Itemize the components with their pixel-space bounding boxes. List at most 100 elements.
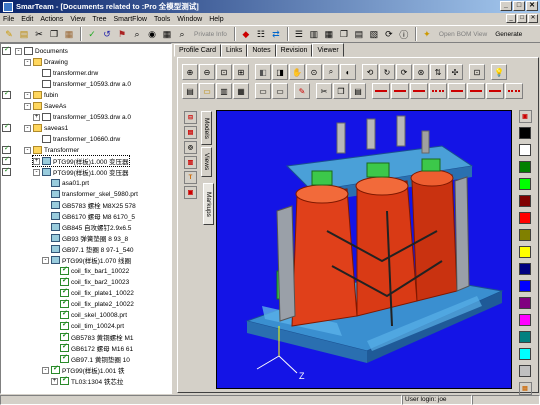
color-swatch[interactable] — [519, 297, 531, 309]
shade-icon[interactable]: ◐ — [340, 64, 356, 80]
tree-node[interactable]: coil_fix_plate2_10022 — [51, 298, 134, 309]
color-swatch[interactable] — [519, 195, 531, 207]
collapse-icon[interactable]: - — [33, 168, 40, 176]
layout-h-icon[interactable]: ☰ — [292, 27, 306, 41]
save-markup-icon[interactable]: ▦ — [233, 83, 249, 99]
zoom-out-icon[interactable]: ⊖ — [199, 64, 215, 80]
collapse-icon[interactable]: - — [15, 47, 22, 55]
line-style-1-button[interactable] — [372, 83, 390, 99]
line-style-4-button[interactable] — [429, 83, 447, 99]
model-viewport[interactable]: Z — [216, 110, 512, 389]
copy-icon[interactable]: ❐ — [47, 27, 61, 41]
pen-icon[interactable]: ✎ — [294, 83, 310, 99]
tree-node[interactable]: transformer_10593.drw a.0 — [33, 79, 131, 89]
line-style-7-button[interactable] — [486, 83, 504, 99]
tree-node[interactable]: - saveas1 — [24, 123, 68, 133]
tree-node[interactable]: GB97.1 垫圈 8 97-1_540 — [42, 244, 134, 254]
color-swatch[interactable] — [519, 348, 531, 360]
tree-node[interactable]: GB6172 螺母 M16 61 — [51, 342, 133, 353]
side-tool-6-icon[interactable]: ▣ — [184, 186, 197, 199]
color-swatch[interactable] — [519, 161, 531, 173]
tab-markups[interactable]: Markups — [203, 183, 214, 225]
line-style-5-button[interactable] — [448, 83, 466, 99]
wizard-icon[interactable]: ✦ — [420, 27, 434, 41]
tree-node[interactable]: transformer.drw — [33, 68, 98, 78]
expand-icon[interactable]: + — [33, 157, 40, 165]
tree-node[interactable]: GB5783 螺栓 M8X25 578 — [42, 200, 136, 210]
collapse-icon[interactable]: - — [24, 91, 31, 99]
tree-node[interactable]: GB5783 黄铜螺栓 M1 — [51, 331, 134, 342]
tree-node[interactable]: GB97.1 黄铜垫圈 10 — [51, 353, 130, 364]
maximize-button[interactable]: □ — [513, 1, 525, 11]
tree-node[interactable]: coil_fix_bar1_10022 — [51, 265, 129, 276]
line-style-8-button[interactable] — [505, 83, 523, 99]
collapse-icon[interactable]: - — [24, 58, 31, 66]
line-style-2-button[interactable] — [391, 83, 409, 99]
side-tool-5-icon[interactable]: T — [184, 171, 197, 184]
line-style-6-button[interactable] — [467, 83, 485, 99]
fit-page-icon[interactable]: ⊡ — [469, 64, 485, 80]
tree-node[interactable]: + TL03:1304 铁芯拉 — [51, 375, 123, 386]
iso-view-icon[interactable]: ◧ — [255, 64, 271, 80]
side-tool-1-icon[interactable]: ⊟ — [184, 111, 197, 124]
menu-smartflow[interactable]: SmartFlow — [114, 16, 147, 23]
color-swatch[interactable] — [519, 331, 531, 343]
spin-icon[interactable]: ✣ — [447, 64, 463, 80]
collapse-icon[interactable]: - — [24, 124, 31, 132]
tile-icon[interactable]: ▤ — [352, 27, 366, 41]
palette-tool-icon[interactable]: ▣ — [518, 110, 532, 123]
tab-notes[interactable]: Notes — [247, 44, 276, 57]
tree-node[interactable]: + transformer_10593.drw a.0 — [33, 112, 131, 122]
tree-node[interactable]: - PTG99(样板)1.000 变压器 — [33, 167, 129, 177]
menu-help[interactable]: Help — [209, 16, 223, 23]
rotate-z-icon[interactable]: ⟳ — [396, 64, 412, 80]
expand-icon[interactable]: + — [33, 113, 40, 121]
light-icon[interactable]: 💡 — [491, 64, 507, 80]
tab-viewer[interactable]: Viewer — [312, 43, 344, 57]
copy-markup-icon[interactable]: ❐ — [333, 83, 349, 99]
zoom-dynamic-icon[interactable]: ⌕ — [323, 64, 339, 80]
tree-node[interactable]: - PTG99(样板)1.070 线圈 — [42, 255, 131, 265]
checkout-icon[interactable]: ✓ — [85, 27, 99, 41]
tree-node[interactable]: asa01.prt — [42, 178, 89, 188]
generate-button[interactable]: Generate — [495, 31, 522, 38]
view-icon[interactable]: ◉ — [145, 27, 159, 41]
tree-node[interactable]: - PTG99(样板)1.001 铁 — [42, 364, 125, 375]
mdi-close-button[interactable]: ✕ — [528, 14, 538, 23]
tab-models[interactable]: Models — [201, 111, 212, 145]
menu-tree[interactable]: Tree — [92, 16, 106, 23]
side-tool-4-icon[interactable]: ▥ — [184, 156, 197, 169]
refresh-icon[interactable]: ⟳ — [382, 27, 396, 41]
orbit-icon[interactable]: ⊛ — [413, 64, 429, 80]
front-view-icon[interactable]: ◨ — [272, 64, 288, 80]
tree-node[interactable]: coil_skel_10008.prt — [51, 309, 127, 320]
paste-markup-icon[interactable]: ▤ — [350, 83, 366, 99]
menu-tools[interactable]: Tools — [154, 16, 170, 23]
color-swatch[interactable] — [519, 144, 531, 156]
tree-node[interactable]: coil_fix_bar2_10023 — [51, 276, 129, 287]
print-icon[interactable]: ▤ — [182, 83, 198, 99]
layout-v-icon[interactable]: ▥ — [307, 27, 321, 41]
color-swatch[interactable] — [519, 314, 531, 326]
tree-node[interactable]: coil_tim_10024.prt — [51, 320, 124, 331]
color-swatch[interactable] — [519, 127, 531, 139]
grid-icon[interactable]: ▦ — [160, 27, 174, 41]
save-icon[interactable]: ▥ — [216, 83, 232, 99]
collapse-icon[interactable]: - — [42, 366, 49, 374]
color-swatch[interactable] — [519, 178, 531, 190]
tree-node[interactable]: - Transformer — [24, 145, 79, 155]
menu-actions[interactable]: Actions — [40, 16, 63, 23]
tree-icon[interactable]: ☷ — [254, 27, 268, 41]
layout-grid-icon[interactable]: ▦ — [322, 27, 336, 41]
menu-edit[interactable]: Edit — [21, 16, 33, 23]
tree-node[interactable]: - fubin — [24, 90, 58, 100]
collapse-icon[interactable]: - — [42, 256, 49, 264]
tree-node[interactable]: coil_fix_plate1_10022 — [51, 287, 134, 298]
zoom-in-icon[interactable]: ⊕ — [182, 64, 198, 80]
tree-node[interactable]: transformer_10660.drw — [33, 134, 120, 144]
info-icon[interactable]: ⓘ — [397, 27, 411, 41]
color-swatch[interactable] — [519, 280, 531, 292]
search-icon[interactable]: ⌕ — [130, 27, 144, 41]
mdi-minimize-button[interactable]: _ — [506, 14, 516, 23]
flow-icon[interactable]: ⇄ — [269, 27, 283, 41]
